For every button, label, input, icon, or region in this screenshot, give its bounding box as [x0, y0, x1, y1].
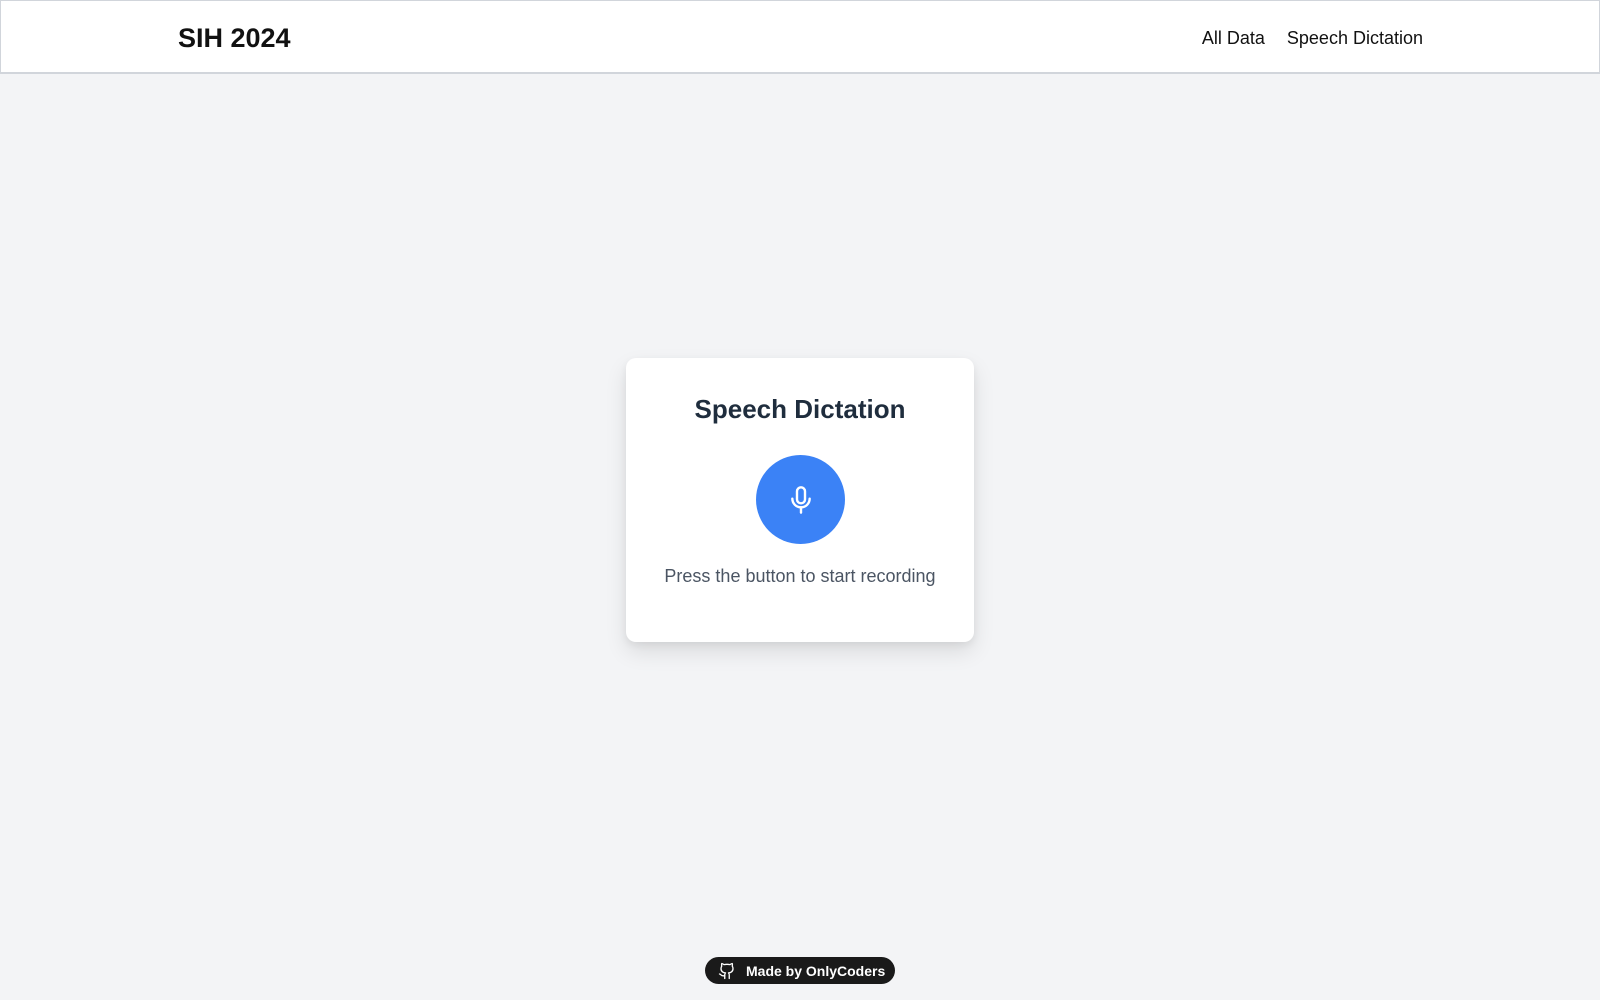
brand-logo[interactable]: SIH 2024 — [178, 21, 291, 55]
github-icon — [718, 962, 736, 980]
record-button[interactable] — [756, 455, 845, 544]
page: SIH 2024 All Data Speech Dictation Speec… — [0, 0, 1600, 1000]
microphone-icon — [790, 485, 811, 514]
recording-status-text: Press the button to start recording — [664, 566, 936, 586]
made-by-badge[interactable]: Made by OnlyCoders — [705, 957, 895, 984]
nav-link-all-data[interactable]: All Data — [1202, 25, 1265, 51]
nav-link-speech-dictation[interactable]: Speech Dictation — [1287, 25, 1423, 51]
badge-label: Made by OnlyCoders — [746, 962, 886, 979]
speech-dictation-card: Speech Dictation Press the button to sta… — [626, 358, 974, 642]
card-title: Speech Dictation — [694, 394, 906, 424]
navbar: SIH 2024 All Data Speech Dictation — [0, 0, 1600, 74]
nav-links: All Data Speech Dictation — [1202, 25, 1423, 51]
